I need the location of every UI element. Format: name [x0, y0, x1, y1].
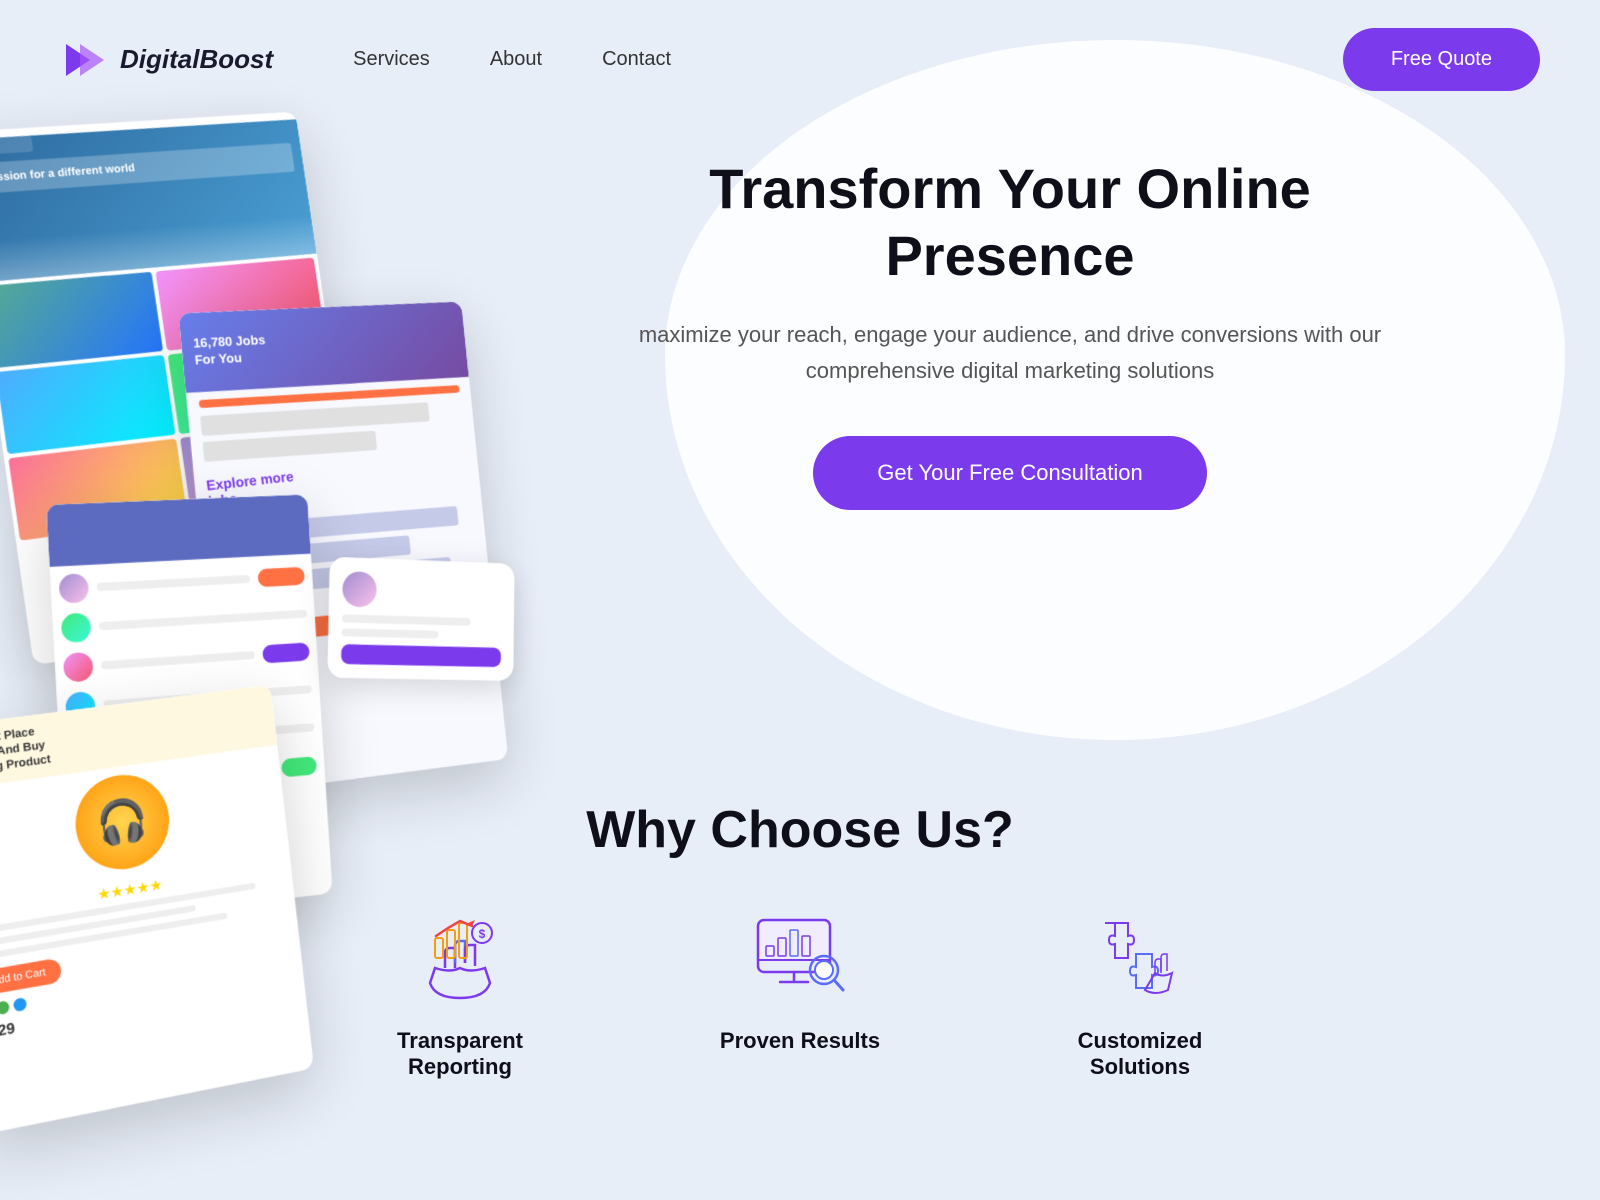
product-header: The Best PlaceTo Find And BuyAmazing Pro…	[0, 685, 277, 791]
feature-label-1: Proven Results	[720, 1028, 880, 1054]
product-image	[71, 769, 174, 876]
hero-title: Transform Your Online Presence	[620, 155, 1400, 289]
mockup-devices: Passion for a different world 16,780 Job…	[0, 103, 576, 1056]
hero-content: Transform Your Online Presence maximize …	[620, 155, 1400, 510]
logo-icon	[60, 36, 108, 84]
navbar: DigitalBoost Services About Contact Free…	[0, 0, 1600, 119]
free-quote-button[interactable]: Free Quote	[1343, 28, 1540, 91]
feature-proven-results: Proven Results	[690, 908, 910, 1054]
nav-services[interactable]: Services	[353, 48, 430, 71]
card-action	[341, 644, 501, 667]
feature-label-2: Customized Solutions	[1030, 1028, 1250, 1080]
puzzle-hand-icon	[1090, 908, 1190, 1008]
nav-about[interactable]: About	[490, 48, 542, 71]
brand-name: DigitalBoost	[120, 44, 273, 75]
floating-card	[327, 557, 514, 681]
card-avatar	[342, 571, 377, 608]
nav-links: Services About Contact	[353, 48, 1343, 71]
analytics-search-icon	[750, 908, 850, 1008]
jobs-title: 16,780 JobsFor You	[192, 332, 267, 369]
jobs-header: 16,780 JobsFor You	[178, 301, 469, 392]
consultation-button[interactable]: Get Your Free Consultation	[813, 436, 1206, 510]
feature-customized-solutions: Customized Solutions	[1030, 908, 1250, 1080]
feature-label-0: Transparent Reporting	[350, 1028, 570, 1080]
screen-ecommerce: The Best PlaceTo Find And BuyAmazing Pro…	[0, 685, 314, 1135]
logo[interactable]: DigitalBoost	[60, 36, 273, 84]
nav-contact[interactable]: Contact	[602, 48, 671, 71]
hero-subtitle: maximize your reach, engage your audienc…	[620, 317, 1400, 387]
